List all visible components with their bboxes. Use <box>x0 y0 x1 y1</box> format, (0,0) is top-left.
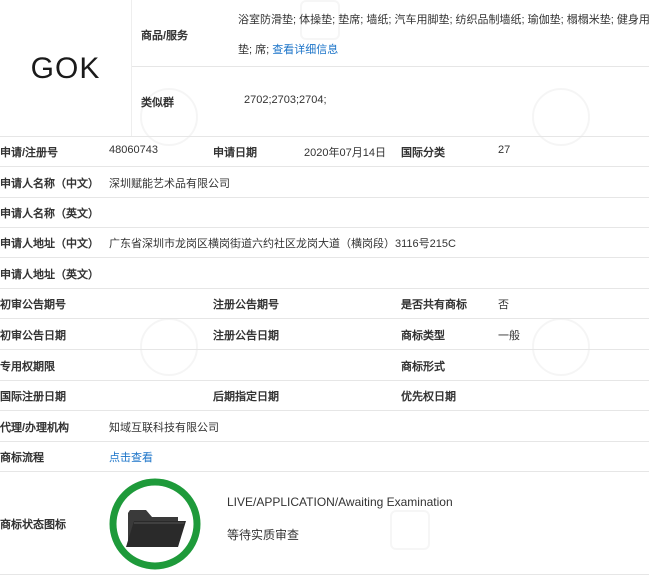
folder-icon <box>108 477 202 571</box>
address-en-label: 申请人地址（英文） <box>0 269 99 281</box>
applicant-cn-label: 申请人名称（中文） <box>0 178 99 190</box>
exclusive-period-label: 专用权期限 <box>0 361 55 373</box>
intl-reg-date-label: 国际注册日期 <box>0 391 66 403</box>
watermark <box>390 510 430 550</box>
goods-text-line2: 垫; 席; 查看详细信息 <box>238 44 339 56</box>
tm-type-value: 一般 <box>498 330 520 342</box>
shared-value: 否 <box>498 299 509 311</box>
status-icon-label: 商标状态图标 <box>0 519 66 531</box>
prelim-issue-label: 初审公告期号 <box>0 299 66 311</box>
applicant-en-label: 申请人名称（英文） <box>0 208 99 220</box>
trademark-logo: GOK <box>30 52 101 85</box>
shared-label: 是否共有商标 <box>401 299 467 311</box>
process-link[interactable]: 点击查看 <box>109 449 153 465</box>
watermark <box>140 318 198 376</box>
priority-date-label: 优先权日期 <box>401 391 456 403</box>
agent-value: 知域互联科技有限公司 <box>109 422 219 434</box>
reg-issue-label: 注册公告期号 <box>213 299 279 311</box>
applicant-cn-value: 深圳赋能艺术品有限公司 <box>109 178 230 190</box>
process-label: 商标流程 <box>0 452 44 464</box>
agent-label: 代理/办理机构 <box>0 422 70 434</box>
goods-text-line1: 浴室防滑垫; 体操垫; 垫席; 墙纸; 汽车用脚垫; 纺织品制墙纸; 瑜伽垫; … <box>238 14 649 26</box>
tm-form-label: 商标形式 <box>401 361 445 373</box>
intl-class-value: 27 <box>498 144 511 156</box>
address-cn-value: 广东省深圳市龙岗区横岗街道六约社区龙岗大道（横岗段）3116号215C <box>109 238 456 250</box>
intl-class-label: 国际分类 <box>401 147 445 159</box>
watermark <box>532 318 590 376</box>
goods-label: 商品/服务 <box>141 30 189 42</box>
prelim-date-label: 初审公告日期 <box>0 330 66 342</box>
watermark <box>532 88 590 146</box>
reg-no-value: 48060743 <box>109 144 158 156</box>
status-en: LIVE/APPLICATION/Awaiting Examination <box>227 495 453 509</box>
trademark-image: GOK <box>0 0 132 136</box>
later-date-label: 后期指定日期 <box>213 391 279 403</box>
address-cn-label: 申请人地址（中文） <box>0 238 99 250</box>
similar-group-label: 类似群 <box>141 97 174 109</box>
similar-group-value: 2702;2703;2704; <box>244 94 327 106</box>
apply-date-label: 申请日期 <box>213 147 257 159</box>
tm-type-label: 商标类型 <box>401 330 445 342</box>
reg-no-label: 申请/注册号 <box>0 147 59 159</box>
apply-date-value: 2020年07月14日 <box>304 147 386 159</box>
reg-date-label: 注册公告日期 <box>213 330 279 342</box>
goods-detail-link[interactable]: 查看详细信息 <box>272 44 338 56</box>
status-cn: 等待实质审查 <box>227 528 300 542</box>
